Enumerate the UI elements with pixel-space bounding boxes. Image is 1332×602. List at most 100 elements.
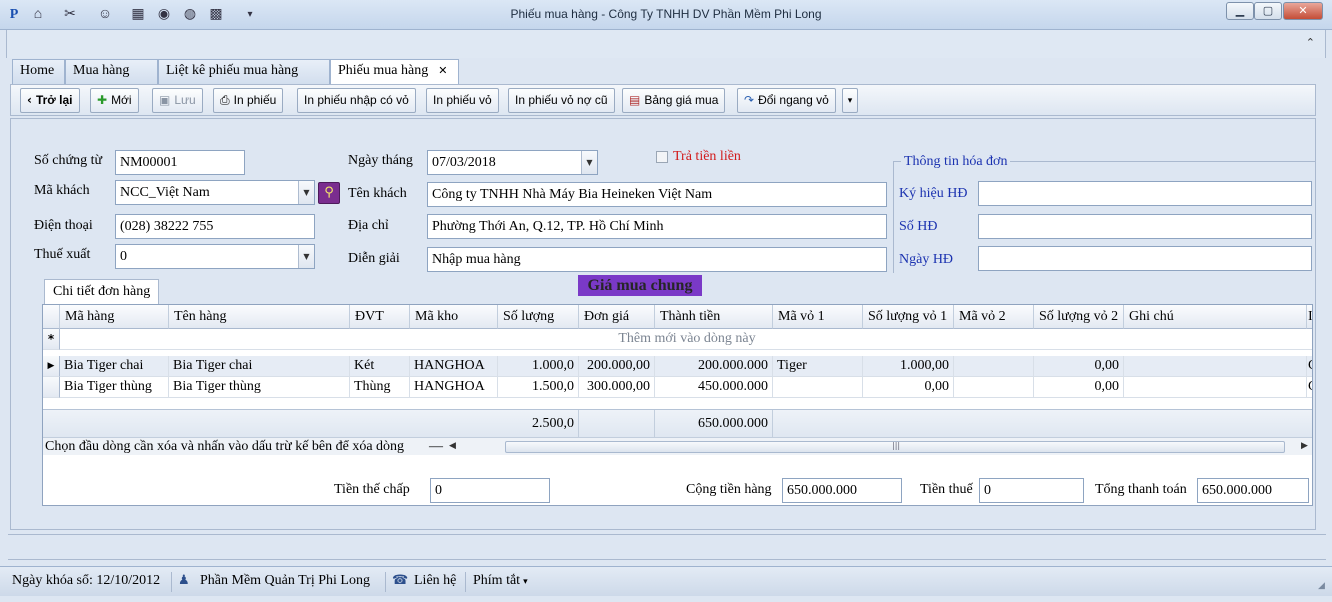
tab-mua-hang[interactable]: Mua hàng: [65, 59, 158, 84]
cell-ma-vo-2[interactable]: [954, 377, 1034, 398]
cell-so-luong-vo-2[interactable]: 0,00: [1034, 377, 1124, 398]
column-header[interactable]: Mã hàng: [60, 305, 169, 329]
tax-amount-input[interactable]: 0: [979, 478, 1084, 503]
exchange-shell-button[interactable]: ↷ Đổi ngang vỏ: [737, 88, 836, 113]
print-shell-button[interactable]: In phiếu vỏ: [426, 88, 499, 113]
cell-thanh-tien[interactable]: 450.000.000: [655, 377, 773, 398]
cell-ghi-chu[interactable]: [1124, 356, 1307, 377]
chevron-down-icon[interactable]: ▼: [298, 245, 314, 268]
doc-no-input[interactable]: NM00001: [115, 150, 245, 175]
cell-so-luong-vo-1[interactable]: 0,00: [863, 377, 954, 398]
row-selector-icon[interactable]: ▶: [43, 356, 60, 377]
ribbon-collapse-icon[interactable]: ⌃: [1306, 36, 1315, 49]
cell-extra[interactable]: C: [1307, 356, 1312, 377]
cell-don-gia[interactable]: 200.000,00: [579, 356, 655, 377]
contact-link[interactable]: Liên hệ: [414, 573, 456, 589]
invoice-date-input[interactable]: [978, 246, 1312, 271]
deposit-input[interactable]: 0: [430, 478, 550, 503]
column-header[interactable]: Ghi chú: [1124, 305, 1307, 329]
cell-ghi-chu[interactable]: [1124, 377, 1307, 398]
tab-liet-ke-phieu-mua-hang[interactable]: Liệt kê phiếu mua hàng: [158, 59, 330, 84]
scroll-right-icon[interactable]: ▶: [1301, 438, 1308, 455]
pay-now-checkbox[interactable]: [656, 151, 668, 163]
goods-total-input[interactable]: 650.000.000: [782, 478, 902, 503]
column-header[interactable]: Mã vỏ 2: [954, 305, 1034, 329]
cell-ten-hang[interactable]: Bia Tiger thùng: [169, 377, 350, 398]
address-input[interactable]: Phường Thới An, Q.12, TP. Hồ Chí Minh: [427, 214, 887, 239]
cell-thanh-tien[interactable]: 200.000.000: [655, 356, 773, 377]
tab-home[interactable]: Home: [12, 59, 65, 84]
cell-ten-hang[interactable]: Bia Tiger chai: [169, 356, 350, 377]
new-row-indicator[interactable]: *: [43, 329, 60, 350]
column-header[interactable]: Thành tiền: [655, 305, 773, 329]
column-header[interactable]: Số lượng vỏ 1: [863, 305, 954, 329]
cell-don-gia[interactable]: 300.000,00: [579, 377, 655, 398]
scroll-left-icon[interactable]: ◀: [449, 438, 456, 455]
shortcuts-menu[interactable]: Phím tắt ▾: [473, 573, 528, 589]
tab-order-detail[interactable]: Chi tiết đơn hàng: [44, 279, 160, 305]
cell-so-luong-vo-1[interactable]: 1.000,00: [863, 356, 954, 377]
cell-ma-vo-2[interactable]: [954, 356, 1034, 377]
user-icon: ♟: [178, 573, 190, 588]
customer-name-input[interactable]: Công ty TNHH Nhà Máy Bia Heineken Việt N…: [427, 182, 887, 207]
table-row[interactable]: Bia Tiger chai Bia Tiger chai Két HANGHO…: [60, 356, 1312, 377]
cell-so-luong[interactable]: 1.000,0: [498, 356, 579, 377]
column-header[interactable]: ĐVT: [350, 305, 410, 329]
column-header[interactable]: Mã kho: [410, 305, 498, 329]
cell-ma-hang[interactable]: Bia Tiger chai: [60, 356, 169, 377]
column-header[interactable]: Mã vỏ 1: [773, 305, 863, 329]
column-header[interactable]: Số lượng: [498, 305, 579, 329]
row-selector[interactable]: [43, 377, 60, 398]
table-row[interactable]: Bia Tiger thùng Bia Tiger thùng Thùng HA…: [60, 377, 1312, 398]
cell-ma-kho[interactable]: HANGHOA: [410, 356, 498, 377]
cell-so-luong-vo-2[interactable]: 0,00: [1034, 356, 1124, 377]
horizontal-scrollbar-thumb[interactable]: |||: [505, 441, 1285, 453]
tab-phieu-mua-hang[interactable]: Phiếu mua hàng ✕: [330, 59, 459, 85]
minus-icon[interactable]: —: [429, 438, 443, 455]
close-tab-icon[interactable]: ✕: [438, 64, 447, 77]
price-table-button[interactable]: ▤ Bảng giá mua: [622, 88, 726, 113]
grand-total-input[interactable]: 650.000.000: [1197, 478, 1309, 503]
cell-dvt[interactable]: Thùng: [350, 377, 410, 398]
lock-date: Ngày khóa sổ: 12/10/2012: [12, 573, 161, 588]
new-row[interactable]: Thêm mới vào dòng này: [60, 329, 1312, 350]
cell-dvt[interactable]: Két: [350, 356, 410, 377]
column-header[interactable]: Số lượng vỏ 2: [1034, 305, 1124, 329]
column-header[interactable]: I: [1307, 305, 1312, 329]
print-button[interactable]: ⎙ In phiếu: [213, 88, 284, 113]
minimize-button[interactable]: ▁: [1226, 2, 1254, 20]
tax-rate-combo[interactable]: 0: [115, 244, 315, 269]
phone-input[interactable]: (028) 38222 755: [115, 214, 315, 239]
invoice-symbol-input[interactable]: [978, 181, 1312, 206]
redo-arrow-icon: ↷: [744, 93, 755, 107]
invoice-number-input[interactable]: [978, 214, 1312, 239]
cell-so-luong[interactable]: 1.500,0: [498, 377, 579, 398]
floppy-icon: ▣: [159, 93, 171, 107]
resize-grip-icon[interactable]: ◢: [1318, 581, 1325, 591]
column-header[interactable]: Tên hàng: [169, 305, 350, 329]
status-separator: [465, 572, 466, 592]
print-import-shell-button[interactable]: In phiếu nhập có vỏ: [297, 88, 416, 113]
back-button[interactable]: ‹ Trở lại: [20, 88, 80, 113]
column-header[interactable]: Đơn giá: [579, 305, 655, 329]
maximize-button[interactable]: ▢: [1254, 2, 1282, 20]
cell-ma-vo-1[interactable]: [773, 377, 863, 398]
search-customer-icon[interactable]: ⚲: [318, 182, 340, 204]
toolbar-overflow-icon[interactable]: ▾: [842, 88, 858, 113]
print-shell-old-debt-button[interactable]: In phiếu vỏ nợ cũ: [508, 88, 615, 113]
cell-ma-kho[interactable]: HANGHOA: [410, 377, 498, 398]
shortcuts-label: Phím tắt: [473, 573, 521, 588]
chevron-down-icon[interactable]: ▼: [298, 181, 314, 204]
date-picker[interactable]: 07/03/2018: [427, 150, 598, 175]
new-button[interactable]: ✚ Mới: [90, 88, 139, 113]
customer-code-combo[interactable]: NCC_Việt Nam: [115, 180, 315, 205]
close-button[interactable]: ✕: [1283, 2, 1323, 20]
chevron-down-icon[interactable]: ▼: [581, 151, 597, 174]
software-link[interactable]: Phần Mềm Quản Trị Phi Long: [200, 573, 370, 589]
cell-extra[interactable]: C: [1307, 377, 1312, 398]
cell-ma-vo-1[interactable]: Tiger: [773, 356, 863, 377]
description-input[interactable]: Nhập mua hàng: [427, 247, 887, 272]
cell-ma-hang[interactable]: Bia Tiger thùng: [60, 377, 169, 398]
plus-icon: ✚: [97, 93, 108, 107]
save-button[interactable]: ▣ Lưu: [152, 88, 203, 113]
